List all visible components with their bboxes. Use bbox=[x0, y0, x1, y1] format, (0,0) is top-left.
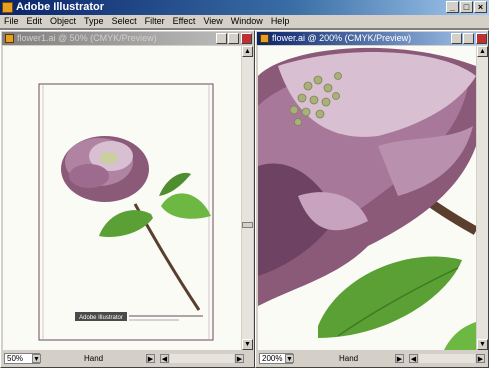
menu-select[interactable]: Select bbox=[108, 15, 141, 28]
illustrator-app-icon bbox=[2, 2, 13, 13]
document-title-bar-left[interactable]: flower1.ai @ 50% (CMYK/Preview) bbox=[2, 32, 253, 45]
doc-maximize-icon[interactable] bbox=[463, 33, 474, 44]
vertical-scrollbar-left[interactable]: ▲ ▼ bbox=[242, 46, 253, 350]
menu-help[interactable]: Help bbox=[267, 15, 294, 28]
document-window-right[interactable]: flower.ai @ 200% (CMYK/Preview) ▲ ▼ 200%… bbox=[255, 30, 489, 368]
illustrator-app: Adobe Illustrator _ □ × File Edit Object… bbox=[0, 0, 489, 368]
scroll-left-icon[interactable]: ◀ bbox=[160, 354, 169, 363]
status-bar-right: 200% ▼ Hand ▶ ◀ ▶ bbox=[257, 352, 488, 365]
maximize-icon[interactable]: □ bbox=[460, 1, 473, 13]
doc-minimize-icon[interactable] bbox=[451, 33, 462, 44]
document-window-left[interactable]: flower1.ai @ 50% (CMYK/Preview) Adobe Il… bbox=[0, 30, 255, 368]
app-title-bar: Adobe Illustrator _ □ × bbox=[0, 0, 489, 15]
artboard-view-left[interactable]: Adobe Illustrator bbox=[3, 46, 241, 350]
menu-bar: File Edit Object Type Select Filter Effe… bbox=[0, 15, 489, 28]
menu-view[interactable]: View bbox=[199, 15, 226, 28]
scroll-right-icon[interactable]: ▶ bbox=[476, 354, 485, 363]
current-tool-left: Hand bbox=[84, 354, 104, 363]
app-title: Adobe Illustrator bbox=[16, 1, 105, 13]
doc-close-icon[interactable] bbox=[241, 33, 252, 44]
minimize-icon[interactable]: _ bbox=[446, 1, 459, 13]
menu-object[interactable]: Object bbox=[46, 15, 80, 28]
doc-close-icon[interactable] bbox=[476, 33, 487, 44]
scroll-right-icon[interactable]: ▶ bbox=[235, 354, 244, 363]
scroll-down-icon[interactable]: ▼ bbox=[242, 339, 253, 350]
document-title-right: flower.ai @ 200% (CMYK/Preview) bbox=[272, 33, 412, 43]
vertical-scrollbar-right[interactable]: ▲ ▼ bbox=[477, 46, 488, 350]
scroll-down-icon[interactable]: ▼ bbox=[477, 339, 488, 350]
menu-window[interactable]: Window bbox=[227, 15, 267, 28]
document-icon bbox=[5, 34, 14, 43]
zoom-value-left: 50% bbox=[7, 354, 24, 363]
menu-edit[interactable]: Edit bbox=[23, 15, 47, 28]
caption-text: Adobe Illustrator bbox=[79, 315, 123, 321]
document-title-left: flower1.ai @ 50% (CMYK/Preview) bbox=[17, 33, 157, 43]
zoom-value-right: 200% bbox=[262, 354, 283, 363]
status-dropdown-icon[interactable]: ▶ bbox=[146, 354, 155, 363]
menu-file[interactable]: File bbox=[0, 15, 23, 28]
horizontal-scrollbar-right[interactable] bbox=[419, 354, 475, 363]
menu-filter[interactable]: Filter bbox=[141, 15, 169, 28]
artwork-right-zoomed bbox=[258, 46, 476, 350]
document-title-bar-right[interactable]: flower.ai @ 200% (CMYK/Preview) bbox=[257, 32, 487, 45]
current-tool-right: Hand bbox=[339, 354, 359, 363]
doc-maximize-icon[interactable] bbox=[228, 33, 239, 44]
scroll-thumb[interactable] bbox=[242, 222, 253, 228]
artboard-view-right[interactable] bbox=[258, 46, 476, 350]
menu-type[interactable]: Type bbox=[80, 15, 108, 28]
close-icon[interactable]: × bbox=[474, 1, 487, 13]
zoom-dropdown-icon[interactable]: ▼ bbox=[285, 354, 294, 363]
zoom-dropdown-icon[interactable]: ▼ bbox=[32, 354, 41, 363]
doc-minimize-icon[interactable] bbox=[216, 33, 227, 44]
menu-effect[interactable]: Effect bbox=[169, 15, 200, 28]
flower-center bbox=[100, 152, 118, 164]
status-dropdown-icon[interactable]: ▶ bbox=[395, 354, 404, 363]
scroll-left-icon[interactable]: ◀ bbox=[409, 354, 418, 363]
scroll-up-icon[interactable]: ▲ bbox=[242, 46, 253, 57]
status-bar-left: 50% ▼ Hand ▶ ◀ ▶ bbox=[2, 352, 253, 365]
scroll-up-icon[interactable]: ▲ bbox=[477, 46, 488, 57]
horizontal-scrollbar-left[interactable] bbox=[170, 354, 234, 363]
artwork-left: Adobe Illustrator bbox=[3, 46, 241, 350]
document-icon bbox=[260, 34, 269, 43]
